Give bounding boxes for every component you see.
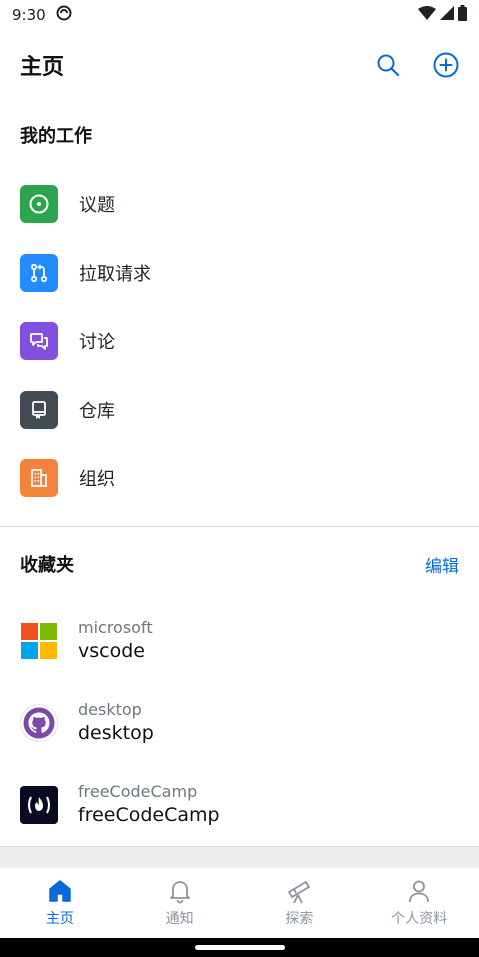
person-icon bbox=[409, 880, 430, 903]
nav-label: 个人资料 bbox=[391, 911, 448, 927]
my-work-label: 拉取请求 bbox=[79, 263, 151, 285]
organization-icon bbox=[31, 469, 47, 488]
section-divider bbox=[0, 526, 479, 527]
add-button[interactable] bbox=[433, 52, 459, 78]
discussion-icon bbox=[30, 333, 48, 351]
favorites-header: 收藏夹 编辑 bbox=[0, 543, 479, 585]
repo-tile bbox=[20, 390, 58, 429]
my-work-label: 议题 bbox=[79, 195, 115, 217]
search-icon bbox=[377, 54, 400, 77]
nav-tab-profile[interactable]: 个人资料 bbox=[359, 868, 479, 938]
my-work-item-discussions[interactable]: 讨论 bbox=[0, 307, 479, 376]
my-work-item-pull-requests[interactable]: 拉取请求 bbox=[0, 239, 479, 308]
favorites-list: microsoft vscode desktop desktop freeCod… bbox=[0, 600, 479, 846]
favorite-repo-freecodecamp[interactable]: freeCodeCamp freeCodeCamp bbox=[0, 764, 479, 846]
my-work-item-organizations[interactable]: 组织 bbox=[0, 444, 479, 513]
status-bar: 9:30 bbox=[0, 0, 479, 30]
my-work-label: 仓库 bbox=[79, 400, 115, 422]
page-title: 主页 bbox=[20, 55, 65, 80]
app-bar: 主页 bbox=[0, 38, 479, 92]
battery-icon bbox=[458, 5, 467, 25]
favorite-owner: freeCodeCamp bbox=[78, 782, 198, 801]
plus-circle-icon bbox=[433, 52, 459, 78]
github-desktop-logo bbox=[20, 704, 58, 742]
organization-tile bbox=[20, 459, 58, 498]
favorite-repo-name: desktop bbox=[78, 722, 154, 744]
search-button[interactable] bbox=[375, 52, 401, 78]
nav-tab-notifications[interactable]: 通知 bbox=[120, 868, 240, 938]
my-work-item-issues[interactable]: 议题 bbox=[0, 170, 479, 239]
nav-label: 探索 bbox=[285, 911, 314, 927]
status-time: 9:30 bbox=[12, 6, 46, 24]
nav-label: 主页 bbox=[45, 911, 74, 927]
home-icon bbox=[49, 880, 71, 902]
pull-request-icon bbox=[30, 263, 48, 282]
nav-label: 通知 bbox=[165, 911, 194, 927]
list-end-separator bbox=[0, 846, 479, 868]
bottom-navigation: 主页 通知 探索 个人资料 bbox=[0, 868, 479, 938]
my-work-label: 讨论 bbox=[79, 332, 115, 354]
home-gesture-bar[interactable] bbox=[195, 945, 285, 950]
favorite-owner: desktop bbox=[78, 700, 142, 719]
favorite-repo-name: vscode bbox=[78, 640, 145, 662]
repo-icon bbox=[32, 400, 46, 419]
favorite-owner: microsoft bbox=[78, 618, 153, 637]
microsoft-logo bbox=[20, 622, 58, 660]
telescope-icon bbox=[288, 881, 311, 904]
favorite-repo-desktop[interactable]: desktop desktop bbox=[0, 682, 479, 764]
pull-request-tile bbox=[20, 253, 58, 292]
bell-icon bbox=[169, 881, 190, 904]
wifi-icon bbox=[418, 6, 436, 24]
signal-icon bbox=[440, 6, 454, 24]
discussion-tile bbox=[20, 322, 58, 361]
issue-tile bbox=[20, 185, 58, 224]
my-work-item-repositories[interactable]: 仓库 bbox=[0, 376, 479, 445]
favorite-repo-name: freeCodeCamp bbox=[78, 804, 220, 826]
my-work-label: 组织 bbox=[79, 469, 115, 491]
edit-favorites-button[interactable]: 编辑 bbox=[425, 552, 459, 577]
my-work-list: 议题 拉取请求 讨论 仓库 组织 bbox=[0, 170, 479, 513]
favorites-title: 收藏夹 bbox=[20, 555, 74, 576]
my-work-title: 我的工作 bbox=[20, 126, 92, 147]
favorite-repo-vscode[interactable]: microsoft vscode bbox=[0, 600, 479, 682]
nav-tab-explore[interactable]: 探索 bbox=[240, 868, 360, 938]
nav-tab-home[interactable]: 主页 bbox=[0, 868, 120, 938]
no-disturb-icon bbox=[56, 5, 72, 25]
freecodecamp-logo bbox=[20, 786, 58, 824]
system-gesture-area bbox=[0, 938, 479, 957]
issue-icon bbox=[29, 194, 49, 214]
